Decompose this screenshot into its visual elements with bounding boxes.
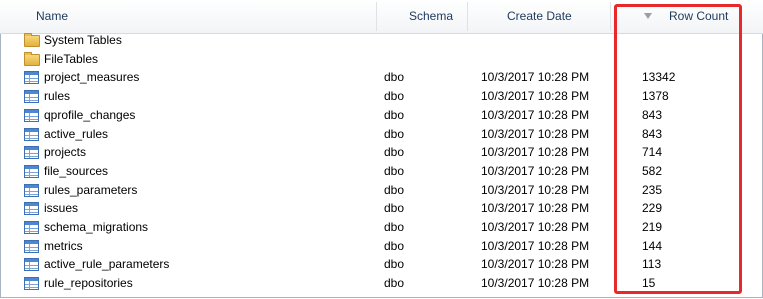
table-create-date: 10/3/2017 10:28 PM: [481, 257, 590, 272]
table-icon: [24, 258, 39, 272]
table-create-date: 10/3/2017 10:28 PM: [481, 89, 590, 104]
table-name: project_measures: [44, 70, 140, 85]
table-name: rule_repositories: [44, 276, 133, 291]
column-header-schema[interactable]: Schema: [409, 0, 453, 33]
folder-label: FileTables: [44, 51, 99, 66]
table-create-date: 10/3/2017 10:28 PM: [481, 163, 590, 178]
table-name: rules_parameters: [44, 182, 138, 197]
table-name: issues: [44, 201, 79, 216]
table-schema: dbo: [384, 220, 405, 234]
table-schema: dbo: [384, 276, 405, 291]
table-schema: dbo: [384, 107, 405, 122]
table-schema: dbo: [384, 126, 405, 141]
table-create-date: 10/3/2017 10:28 PM: [481, 201, 590, 216]
table-create-date: 10/3/2017 10:28 PM: [481, 220, 590, 234]
table-icon: [24, 202, 39, 216]
table-name: schema_migrations: [44, 220, 149, 234]
table-schema: dbo: [384, 238, 405, 253]
table-name: active_rule_parameters: [44, 257, 170, 272]
column-divider[interactable]: [467, 2, 468, 31]
table-create-date: 10/3/2017 10:28 PM: [481, 238, 590, 253]
table-create-date: 10/3/2017 10:28 PM: [481, 145, 590, 160]
folder-label: System Tables: [44, 33, 122, 47]
folder-icon: [24, 33, 40, 47]
table-create-date: 10/3/2017 10:28 PM: [481, 107, 590, 122]
table-icon: [24, 239, 39, 253]
table-create-date: 10/3/2017 10:28 PM: [481, 126, 590, 141]
table-create-date: 10/3/2017 10:28 PM: [481, 182, 590, 197]
column-divider[interactable]: [376, 2, 377, 31]
table-icon: [24, 146, 39, 160]
table-name: projects: [44, 145, 87, 160]
table-schema: dbo: [384, 89, 405, 104]
column-divider[interactable]: [610, 2, 611, 31]
table-icon: [24, 183, 39, 197]
column-header-create-date[interactable]: Create Date: [507, 0, 572, 33]
table-schema: dbo: [384, 201, 405, 216]
table-icon: [24, 108, 39, 122]
row-count-highlight-box: [614, 4, 742, 294]
table-name: metrics: [44, 238, 83, 253]
table-schema: dbo: [384, 182, 405, 197]
table-schema: dbo: [384, 257, 405, 272]
table-name: qprofile_changes: [44, 107, 136, 122]
table-icon: [24, 277, 39, 291]
table-name: rules: [44, 89, 71, 104]
table-icon: [24, 164, 39, 178]
table-schema: dbo: [384, 163, 405, 178]
column-header-name[interactable]: Name: [36, 0, 68, 33]
table-name: active_rules: [44, 126, 109, 141]
table-icon: [24, 127, 39, 141]
table-name: file_sources: [44, 163, 109, 178]
table-schema: dbo: [384, 70, 405, 85]
table-schema: dbo: [384, 145, 405, 160]
table-create-date: 10/3/2017 10:28 PM: [481, 70, 590, 85]
table-create-date: 10/3/2017 10:28 PM: [481, 276, 590, 291]
table-icon: [24, 221, 39, 234]
folder-icon: [24, 51, 40, 66]
table-icon: [24, 71, 39, 85]
table-icon: [24, 90, 39, 104]
